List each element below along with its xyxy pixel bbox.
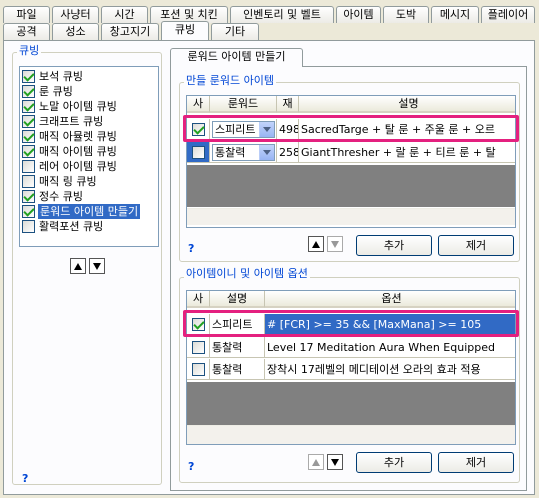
use-cell[interactable] — [187, 337, 210, 358]
tab-attack[interactable]: 공격 — [3, 23, 50, 40]
col-header-use[interactable]: 사 — [187, 291, 210, 308]
item-option-group-title: 아이템이니 및 아이템 옵션 — [184, 267, 310, 280]
checkbox[interactable] — [22, 85, 35, 98]
checkbox[interactable] — [192, 363, 205, 376]
help-icon[interactable]: ? — [22, 472, 28, 485]
col-header-material[interactable]: 재 — [277, 96, 299, 113]
checkbox[interactable] — [22, 70, 35, 83]
tab-inventory-belt[interactable]: 인벤토리 및 벨트 — [230, 6, 334, 23]
checkbox[interactable] — [22, 190, 35, 203]
tab-time[interactable]: 시간 — [101, 6, 148, 23]
col-header-description[interactable]: 설명 — [299, 96, 515, 113]
runeword-cell[interactable]: 통찰력 — [210, 142, 277, 163]
tab-item[interactable]: 아이템 — [336, 6, 381, 23]
move-down-button — [327, 236, 343, 252]
move-down-button[interactable] — [89, 258, 105, 274]
runeword-group-title: 만들 룬워드 아이템 — [184, 74, 276, 87]
chevron-down-icon[interactable] — [259, 145, 274, 160]
runeword-combo[interactable]: 통찰력 — [212, 144, 275, 161]
use-cell[interactable] — [187, 359, 210, 380]
empty-row — [187, 186, 515, 207]
tab-shrine[interactable]: 성소 — [52, 23, 99, 40]
add-button[interactable]: 추가 — [356, 452, 432, 473]
tab-file[interactable]: 파일 — [3, 6, 50, 23]
checkbox[interactable] — [22, 160, 35, 173]
col-header-option[interactable]: 옵션 — [265, 291, 515, 308]
move-up-button[interactable] — [308, 236, 324, 252]
remove-button[interactable]: 제거 — [438, 452, 514, 473]
description-cell: GiantThresher + 랄 룬 + 티르 룬 + 탈 — [299, 142, 515, 163]
checkbox[interactable] — [22, 175, 35, 188]
table-row[interactable]: 통찰력 258 GiantThresher + 랄 룬 + 티르 룬 + 탈 — [187, 142, 515, 163]
use-cell[interactable] — [187, 142, 210, 163]
empty-row — [187, 382, 515, 403]
help-icon[interactable]: ? — [188, 460, 194, 473]
checkbox[interactable] — [22, 115, 35, 128]
tab-stash[interactable]: 창고지기 — [101, 23, 159, 40]
horizontal-scrollbar[interactable] — [187, 425, 515, 444]
highlight-option-row — [183, 310, 519, 337]
checkbox[interactable] — [192, 146, 205, 159]
tab-hunting[interactable]: 사냥터 — [52, 6, 99, 23]
table-row[interactable]: 통찰력 Level 17 Meditation Aura When Equipp… — [187, 337, 515, 358]
cubing-group-title: 큐빙 — [17, 44, 42, 57]
empty-row — [187, 403, 515, 425]
table-row[interactable]: 통찰력 장착시 17레벨의 메디테이션 오라의 효과 적용 — [187, 359, 515, 380]
horizontal-scrollbar[interactable] — [187, 208, 515, 225]
tab-cubing[interactable]: 큐빙 — [161, 21, 209, 40]
remove-button[interactable]: 제거 — [438, 235, 514, 256]
tab-message[interactable]: 메시지 — [431, 6, 479, 23]
checkbox[interactable] — [22, 145, 35, 158]
tab-gamble[interactable]: 도박 — [383, 6, 429, 23]
checkbox[interactable] — [192, 341, 205, 354]
checkbox[interactable] — [22, 130, 35, 143]
checkbox[interactable] — [22, 205, 35, 218]
add-button[interactable]: 추가 — [356, 235, 432, 256]
tab-misc[interactable]: 기타 — [211, 23, 259, 40]
tab-player[interactable]: 플레이어 — [481, 6, 535, 23]
empty-row — [187, 165, 515, 186]
highlight-runeword-row — [183, 115, 519, 142]
col-header-description[interactable]: 설명 — [210, 291, 265, 308]
checkbox[interactable] — [22, 220, 35, 233]
move-up-button — [308, 454, 324, 470]
col-header-use[interactable]: 사 — [187, 96, 210, 113]
description-cell: 통찰력 — [210, 337, 265, 358]
help-icon[interactable]: ? — [188, 242, 194, 255]
material-cell: 258 — [277, 142, 299, 163]
option-cell[interactable]: 장착시 17레벨의 메디테이션 오라의 효과 적용 — [265, 359, 515, 380]
option-cell[interactable]: Level 17 Meditation Aura When Equipped — [265, 337, 515, 358]
move-up-button[interactable] — [70, 258, 86, 274]
checkbox[interactable] — [22, 100, 35, 113]
tab-runeword-making[interactable]: 룬워드 아이템 만들기 — [170, 48, 303, 67]
col-header-runeword[interactable]: 룬워드 — [210, 96, 277, 113]
cubing-options-list[interactable]: 보석 큐빙 룬 큐빙 노말 아이템 큐빙 크래프트 큐빙 매직 아뮬렛 큐빙 매… — [19, 66, 159, 247]
move-down-button[interactable] — [327, 454, 343, 470]
description-cell: 통찰력 — [210, 359, 265, 380]
